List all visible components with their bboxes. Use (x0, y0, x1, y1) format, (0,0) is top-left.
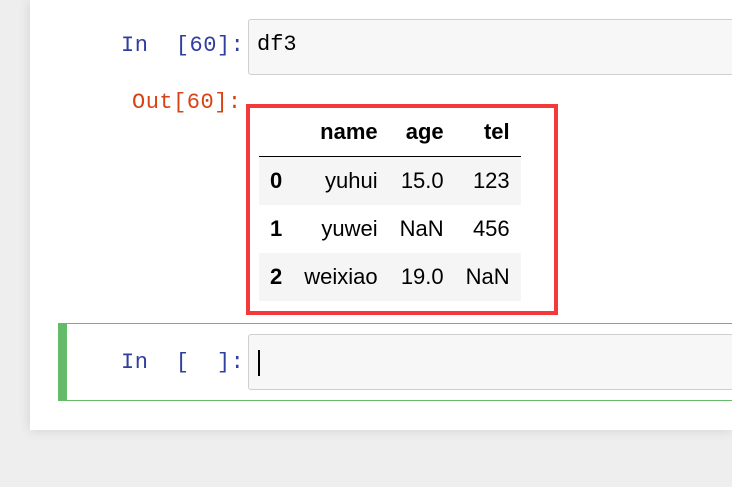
cell1-code-text: df3 (257, 32, 297, 57)
cell1-out-prompt: Out[60]: (132, 90, 242, 115)
cell2-code-input[interactable] (248, 334, 732, 390)
notebook-panel: In [60]: df3 Out[60]: name age tel 0 yuh… (30, 0, 732, 430)
active-cell-indicator (58, 323, 67, 401)
red-highlight-box (246, 104, 558, 315)
cell1-code-input[interactable]: df3 (248, 19, 732, 75)
cell2-in-prompt: In [ ]: (121, 350, 245, 375)
cell1-in-prompt: In [60]: (121, 33, 245, 58)
text-cursor (258, 350, 260, 376)
